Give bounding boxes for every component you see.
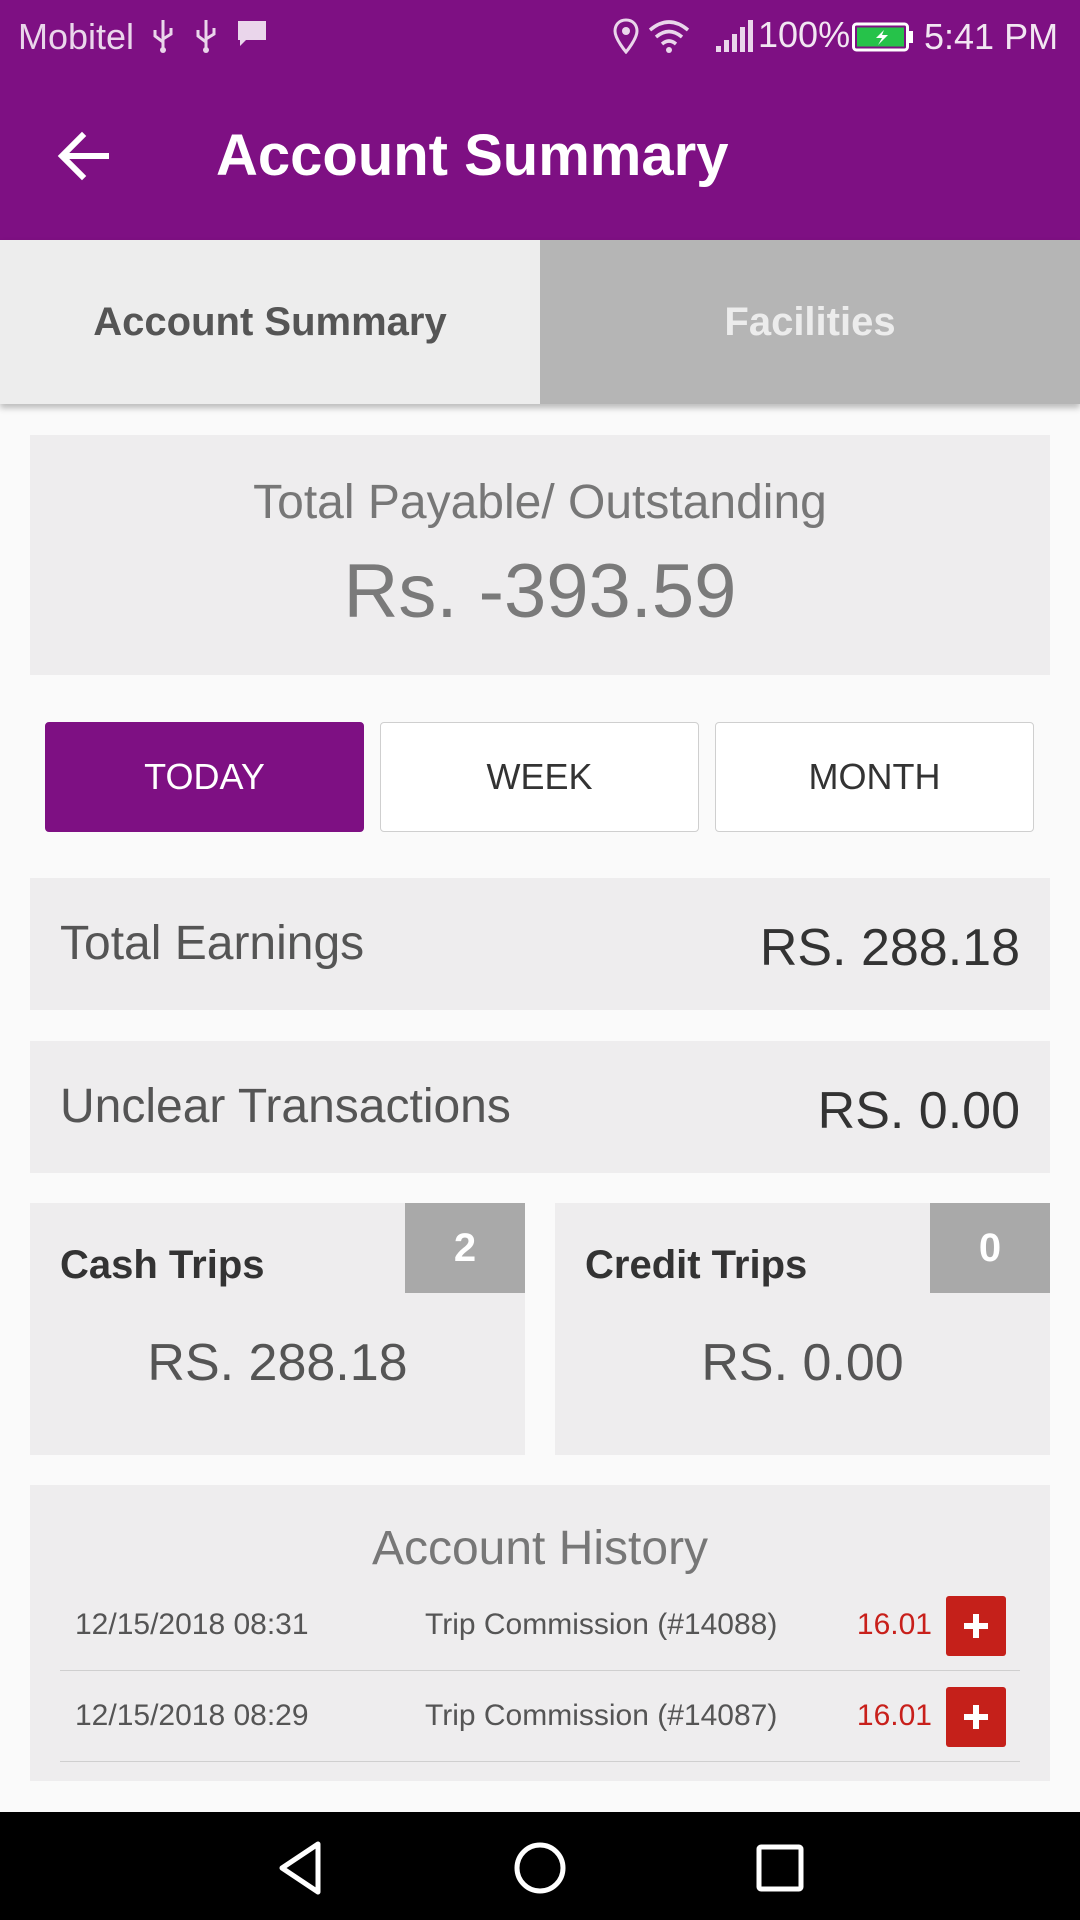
signal-icon bbox=[716, 20, 753, 52]
total-payable-label: Total Payable/ Outstanding bbox=[253, 476, 827, 529]
wifi-icon bbox=[648, 20, 690, 53]
carrier-name: Mobitel bbox=[18, 16, 135, 57]
history-description: Trip Commission (#14087) bbox=[425, 1699, 778, 1732]
back-nav-icon[interactable] bbox=[270, 1838, 330, 1898]
battery-icon bbox=[852, 22, 913, 52]
total-earnings-card: Total Earnings RS. 288.18 bbox=[30, 878, 1050, 1010]
battery-percent: 100% bbox=[758, 14, 851, 55]
total-payable-value: Rs. -393.59 bbox=[343, 549, 737, 634]
period-week-button[interactable]: WEEK bbox=[380, 722, 699, 832]
total-earnings-value: RS. 288.18 bbox=[759, 919, 1020, 977]
history-row: 12/15/2018 08:29 Trip Commission (#14087… bbox=[60, 1672, 1020, 1762]
unclear-transactions-value: RS. 0.00 bbox=[817, 1082, 1020, 1140]
account-history-card: Account History 12/15/2018 08:31 Trip Co… bbox=[30, 1485, 1050, 1781]
total-payable-card: Total Payable/ Outstanding Rs. -393.59 bbox=[30, 435, 1050, 675]
system-nav-bar bbox=[0, 1812, 1080, 1920]
clock: 5:41 PM bbox=[924, 16, 1059, 57]
history-description: Trip Commission (#14088) bbox=[425, 1608, 778, 1641]
history-date: 12/15/2018 08:31 bbox=[75, 1608, 309, 1641]
period-month-button[interactable]: MONTH bbox=[715, 722, 1034, 832]
home-nav-icon[interactable] bbox=[510, 1838, 570, 1898]
status-bar: Mobitel 100% 5:41 PM bbox=[0, 0, 1080, 72]
history-amount: 16.01 bbox=[856, 1608, 932, 1641]
history-amount: 16.01 bbox=[856, 1699, 932, 1732]
total-earnings-label: Total Earnings bbox=[60, 917, 365, 970]
app-bar: Account Summary bbox=[0, 72, 1080, 240]
credit-trips-count-badge: 0 bbox=[930, 1203, 1050, 1293]
period-today-button[interactable]: TODAY bbox=[45, 722, 364, 832]
location-icon bbox=[613, 18, 639, 54]
history-row: 12/15/2018 08:31 Trip Commission (#14088… bbox=[60, 1581, 1020, 1671]
credit-trips-card[interactable]: Credit Trips 0 RS. 0.00 bbox=[555, 1203, 1050, 1455]
plus-icon[interactable] bbox=[946, 1596, 1006, 1656]
usb-icon bbox=[196, 20, 216, 53]
tab-bar: Account Summary Facilities bbox=[0, 240, 1080, 404]
page-title: Account Summary bbox=[216, 123, 729, 188]
tab-facilities[interactable]: Facilities bbox=[540, 240, 1080, 404]
cash-trips-count-badge: 2 bbox=[405, 1203, 525, 1293]
message-icon bbox=[238, 21, 266, 46]
usb-icon bbox=[153, 20, 173, 53]
credit-trips-amount: RS. 0.00 bbox=[701, 1334, 904, 1392]
history-date: 12/15/2018 08:29 bbox=[75, 1699, 309, 1732]
account-history-title: Account History bbox=[371, 1522, 709, 1575]
cash-trips-label: Cash Trips bbox=[60, 1243, 265, 1287]
credit-trips-label: Credit Trips bbox=[585, 1243, 808, 1287]
arrow-left-icon[interactable] bbox=[52, 124, 116, 188]
recents-nav-icon[interactable] bbox=[750, 1838, 810, 1898]
tab-account-summary[interactable]: Account Summary bbox=[0, 240, 540, 404]
cash-trips-amount: RS. 288.18 bbox=[147, 1334, 408, 1392]
cash-trips-card[interactable]: Cash Trips 2 RS. 288.18 bbox=[30, 1203, 525, 1455]
unclear-transactions-card: Unclear Transactions RS. 0.00 bbox=[30, 1041, 1050, 1173]
unclear-transactions-label: Unclear Transactions bbox=[60, 1080, 511, 1133]
plus-icon[interactable] bbox=[946, 1687, 1006, 1747]
